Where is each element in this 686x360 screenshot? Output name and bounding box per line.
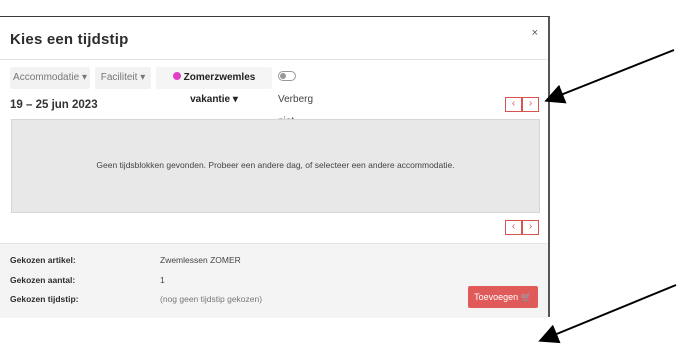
annotation-arrow-add [538,284,677,344]
annotation-arrow-next [544,49,675,104]
annotation-arrows [538,49,677,344]
